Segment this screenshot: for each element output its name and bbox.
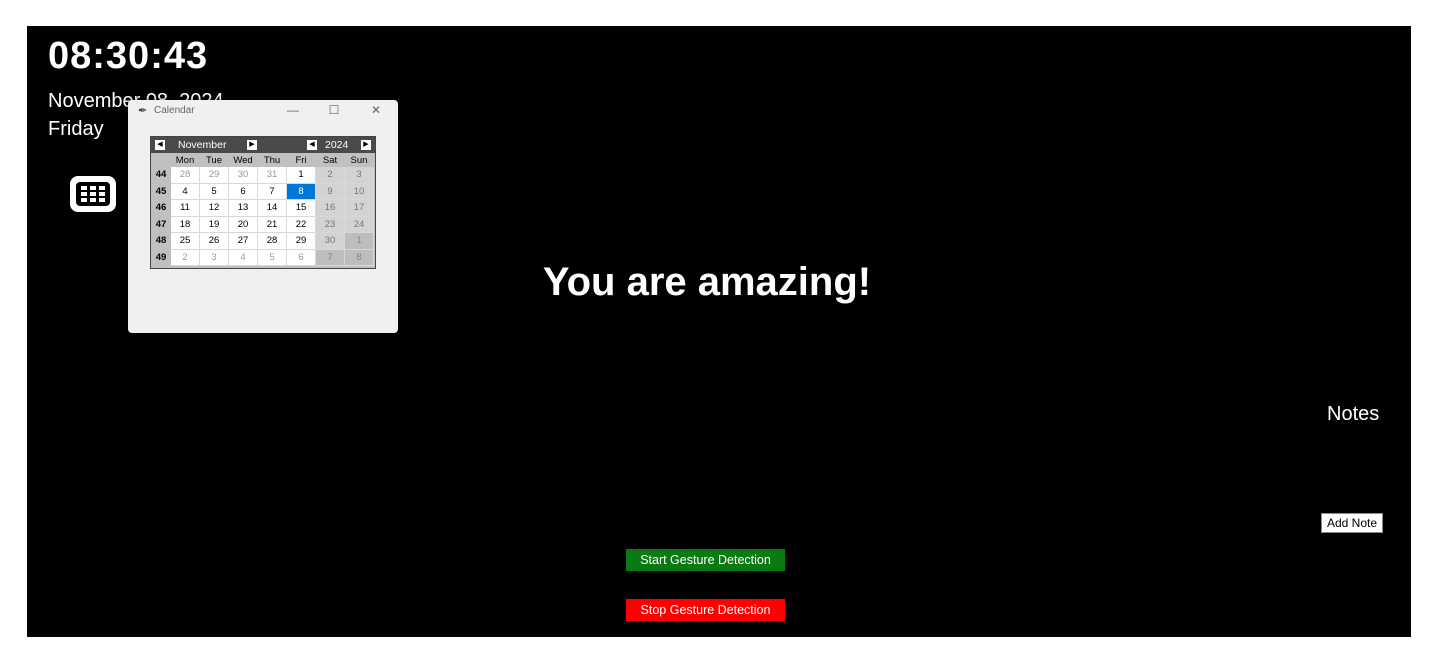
calendar-window: ✒ Calendar — ☐ ✕ ◀ November ▶ ◀ 2024 ▶ M… [128, 100, 398, 333]
calendar-day[interactable]: 12 [200, 200, 229, 217]
add-note-button[interactable]: Add Note [1321, 513, 1384, 533]
calendar-day[interactable]: 19 [200, 216, 229, 233]
calendar-day[interactable]: 1 [345, 233, 374, 250]
calendar-day[interactable]: 17 [345, 200, 374, 217]
notes-title: Notes [1327, 403, 1380, 425]
calendar-day[interactable]: 1 [287, 167, 316, 184]
calendar-day[interactable]: 30 [316, 233, 345, 250]
calendar-day[interactable]: 3 [345, 167, 374, 184]
calendar-day[interactable]: 24 [345, 216, 374, 233]
calendar-day[interactable]: 28 [258, 233, 287, 250]
minimize-button[interactable]: — [286, 103, 300, 117]
day-header: Fri [287, 153, 315, 168]
calendar-day[interactable]: 29 [200, 167, 229, 184]
calendar-day[interactable]: 4 [171, 183, 200, 200]
calendar-icon[interactable] [70, 176, 116, 212]
day-header: Wed [229, 153, 257, 168]
calendar-day[interactable]: 29 [287, 233, 316, 250]
feather-icon: ✒ [138, 105, 148, 117]
calendar-day[interactable]: 7 [316, 249, 345, 266]
maximize-button[interactable]: ☐ [327, 103, 341, 117]
month-label: November [178, 139, 227, 151]
calendar-icon-grid [76, 182, 110, 206]
stop-gesture-button[interactable]: Stop Gesture Detection [626, 599, 785, 621]
week-number: 47 [151, 216, 171, 232]
calendar-day[interactable]: 9 [316, 183, 345, 200]
year-label: 2024 [325, 139, 349, 151]
day-header: Thu [258, 153, 286, 168]
calendar-day[interactable]: 2 [316, 167, 345, 184]
calendar-day[interactable]: 18 [171, 216, 200, 233]
calendar-day[interactable]: 21 [258, 216, 287, 233]
calendar-day[interactable]: 4 [229, 249, 258, 266]
calendar-day[interactable]: 28 [171, 167, 200, 184]
week-number: 48 [151, 233, 171, 248]
prev-year-icon[interactable]: ◀ [307, 140, 317, 150]
week-number: 45 [151, 183, 171, 199]
calendar-header: ◀ November ▶ ◀ 2024 ▶ [151, 137, 375, 153]
day-header: Sun [345, 153, 373, 168]
calendar-day[interactable]: 25 [171, 233, 200, 250]
calendar-widget: ◀ November ▶ ◀ 2024 ▶ Mon Tue Wed Thu Fri Sat… [150, 136, 376, 269]
calendar-day[interactable]: 27 [229, 233, 258, 250]
week-header-blank [151, 153, 171, 168]
calendar-day[interactable]: 14 [258, 200, 287, 217]
calendar-day[interactable]: 3 [200, 249, 229, 266]
clock-time: 08:30:43 [48, 35, 209, 77]
calendar-day[interactable]: 11 [171, 200, 200, 217]
start-gesture-button[interactable]: Start Gesture Detection [626, 549, 785, 571]
calendar-day[interactable]: 26 [200, 233, 229, 250]
close-button[interactable]: ✕ [369, 103, 383, 117]
calendar-day[interactable]: 7 [258, 183, 287, 200]
week-number: 44 [151, 167, 171, 182]
week-number: 46 [151, 200, 171, 215]
calendar-day[interactable]: 20 [229, 216, 258, 233]
window-title: Calendar [154, 105, 195, 116]
next-month-icon[interactable]: ▶ [247, 140, 257, 150]
calendar-day[interactable]: 31 [258, 167, 287, 184]
calendar-day[interactable]: 10 [345, 183, 374, 200]
calendar-day[interactable]: 5 [258, 249, 287, 266]
day-header: Mon [171, 153, 199, 168]
calendar-day[interactable]: 13 [229, 200, 258, 217]
calendar-day[interactable]: 8 [287, 183, 316, 200]
calendar-day[interactable]: 5 [200, 183, 229, 200]
calendar-day[interactable]: 30 [229, 167, 258, 184]
next-year-icon[interactable]: ▶ [361, 140, 371, 150]
day-header: Tue [200, 153, 228, 168]
calendar-day[interactable]: 23 [316, 216, 345, 233]
calendar-day[interactable]: 6 [229, 183, 258, 200]
app-window: 08:30:43 November 08, 2024 Friday You ar… [27, 26, 1411, 637]
week-number: 49 [151, 249, 171, 265]
calendar-day[interactable]: 15 [287, 200, 316, 217]
calendar-day[interactable]: 2 [171, 249, 200, 266]
day-header: Sat [316, 153, 344, 168]
calendar-day[interactable]: 16 [316, 200, 345, 217]
calendar-titlebar[interactable]: ✒ Calendar — ☐ ✕ [128, 100, 398, 122]
prev-month-icon[interactable]: ◀ [155, 140, 165, 150]
calendar-day[interactable]: 8 [345, 249, 374, 266]
calendar-day[interactable]: 6 [287, 249, 316, 266]
weekday-label: Friday [48, 118, 104, 140]
calendar-day[interactable]: 22 [287, 216, 316, 233]
